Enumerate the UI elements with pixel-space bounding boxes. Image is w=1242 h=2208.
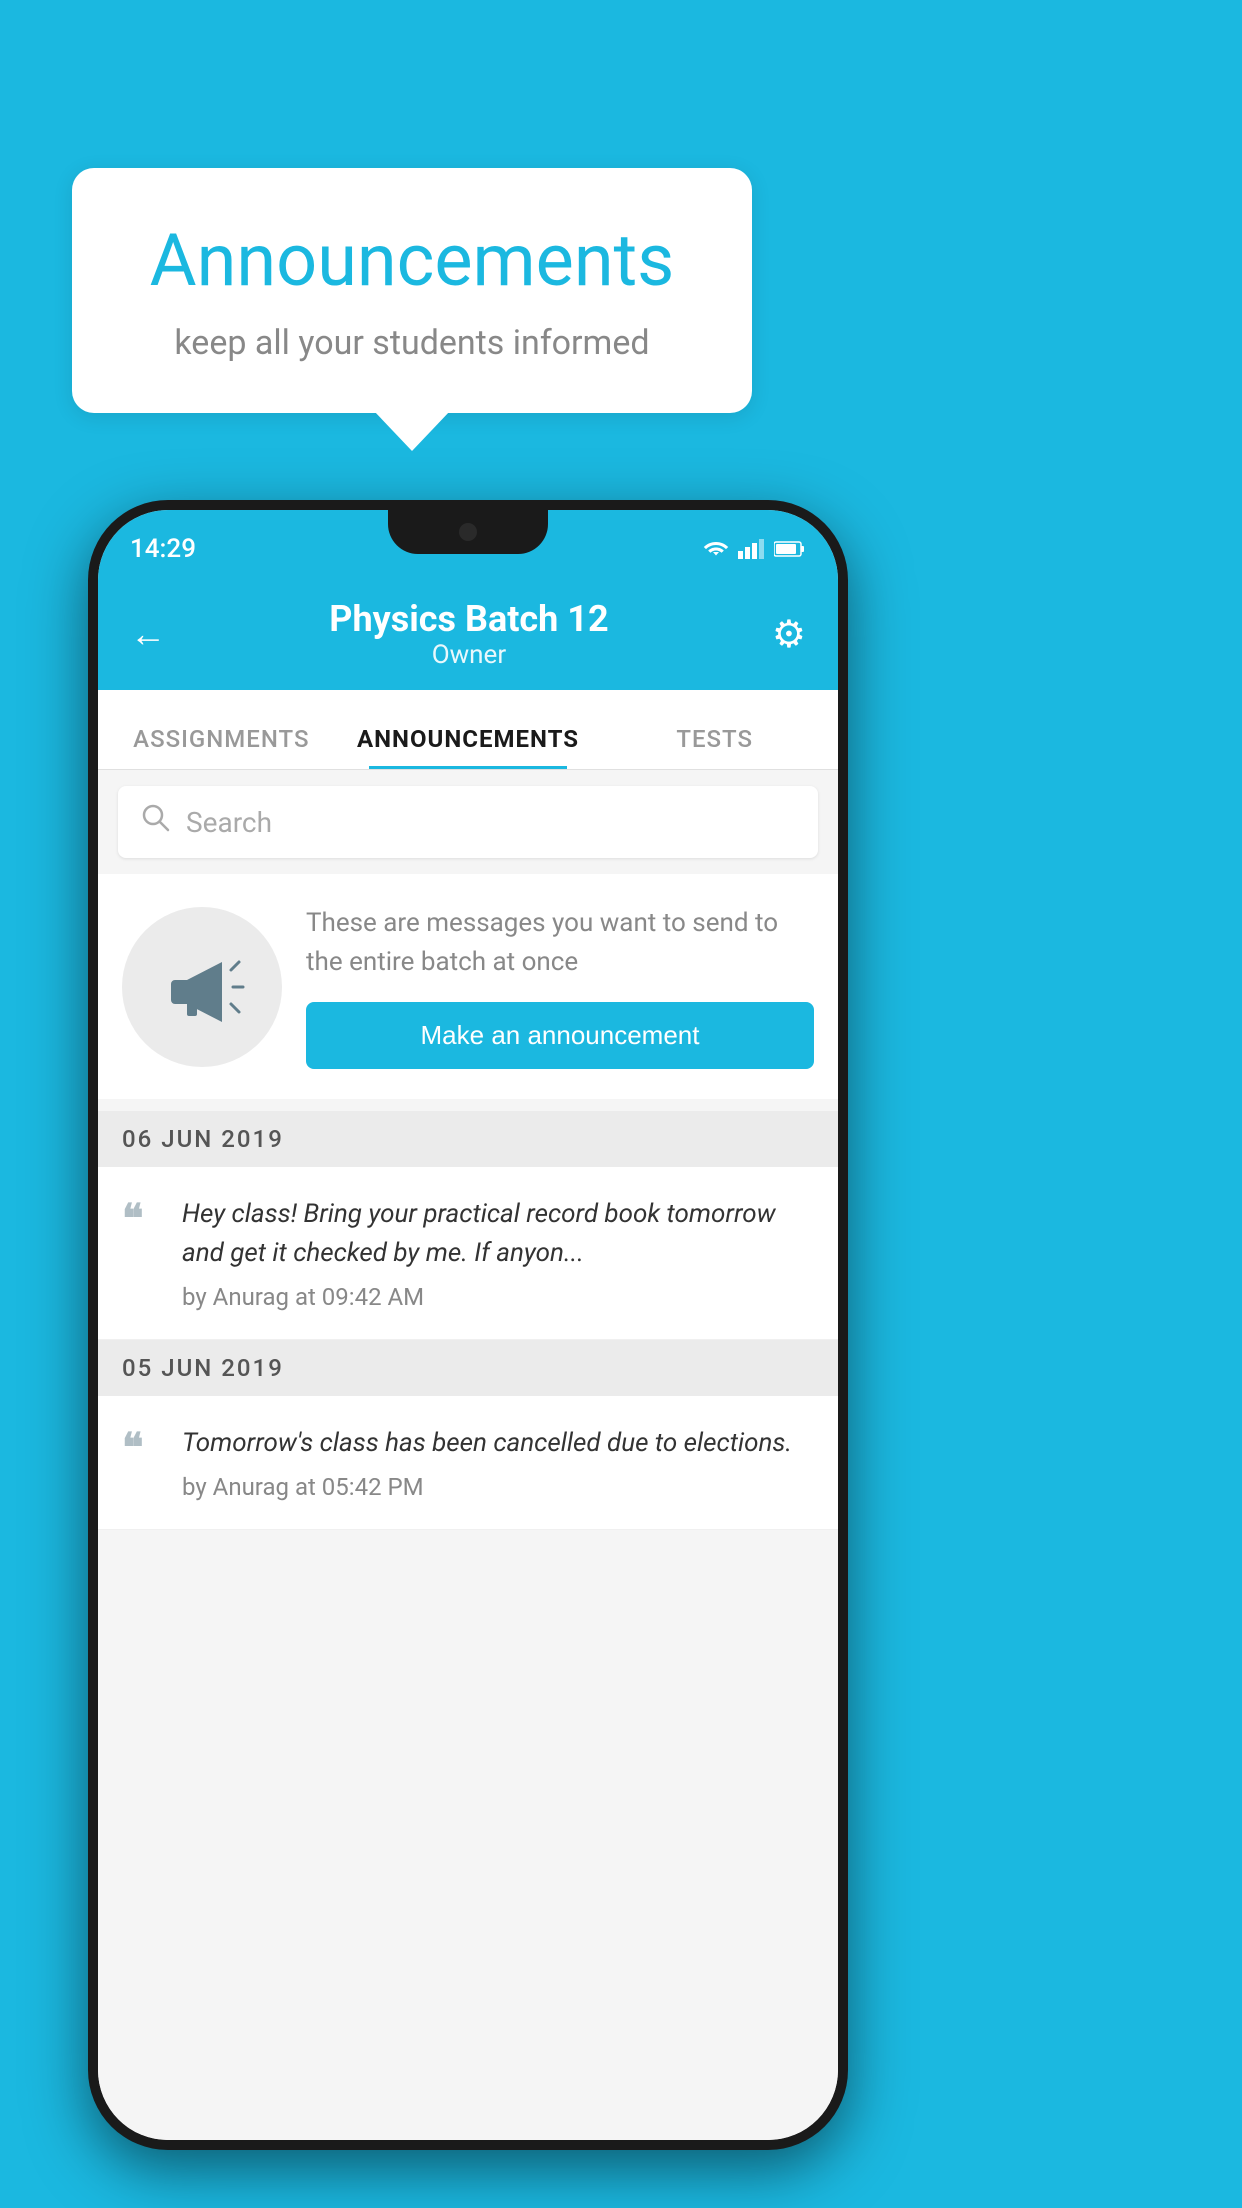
- speech-bubble: Announcements keep all your students inf…: [72, 168, 752, 413]
- announcement-meta-2: by Anurag at 05:42 PM: [182, 1473, 814, 1501]
- back-button[interactable]: ←: [130, 613, 166, 655]
- tab-assignments[interactable]: ASSIGNMENTS: [98, 725, 345, 769]
- wifi-icon: [702, 539, 730, 559]
- phone-screen: 14:29: [98, 510, 838, 2140]
- status-time: 14:29: [130, 534, 196, 564]
- settings-icon[interactable]: ⚙: [772, 612, 806, 657]
- announcement-content-2: Tomorrow's class has been cancelled due …: [182, 1424, 814, 1501]
- status-icons: [702, 539, 806, 559]
- quote-icon-2: ❝: [122, 1428, 162, 1468]
- date-separator-2: 05 JUN 2019: [98, 1340, 838, 1396]
- speech-bubble-title: Announcements: [132, 218, 692, 303]
- header-subtitle: Owner: [329, 640, 608, 670]
- camera-dot: [459, 523, 477, 541]
- quote-icon-1: ❝: [122, 1199, 162, 1239]
- promo-right: These are messages you want to send to t…: [306, 904, 814, 1069]
- speech-bubble-subtitle: keep all your students informed: [132, 323, 692, 363]
- phone-content: Search These: [98, 770, 838, 2140]
- app-header: ← Physics Batch 12 Owner ⚙: [98, 578, 838, 690]
- status-bar: 14:29: [98, 510, 838, 578]
- announcement-text-1: Hey class! Bring your practical record b…: [182, 1195, 814, 1273]
- announcement-item-1[interactable]: ❝ Hey class! Bring your practical record…: [98, 1167, 838, 1340]
- phone-container: 14:29: [88, 500, 848, 2150]
- date-separator-1: 06 JUN 2019: [98, 1111, 838, 1167]
- announcement-meta-1: by Anurag at 09:42 AM: [182, 1283, 814, 1311]
- tabs-bar: ASSIGNMENTS ANNOUNCEMENTS TESTS: [98, 690, 838, 770]
- tab-tests[interactable]: TESTS: [591, 725, 838, 769]
- search-bar[interactable]: Search: [118, 786, 818, 858]
- header-title: Physics Batch 12: [329, 598, 608, 640]
- announcement-promo: These are messages you want to send to t…: [98, 874, 838, 1099]
- header-center: Physics Batch 12 Owner: [329, 598, 608, 670]
- signal-icon: [738, 539, 766, 559]
- announcement-text-2: Tomorrow's class has been cancelled due …: [182, 1424, 814, 1463]
- promo-icon-circle: [122, 907, 282, 1067]
- megaphone-icon: [157, 942, 247, 1032]
- make-announcement-button[interactable]: Make an announcement: [306, 1002, 814, 1069]
- search-icon: [142, 804, 170, 840]
- battery-icon: [774, 540, 806, 558]
- tab-announcements[interactable]: ANNOUNCEMENTS: [345, 725, 592, 769]
- phone-notch: [388, 510, 548, 554]
- promo-description: These are messages you want to send to t…: [306, 904, 814, 982]
- search-placeholder: Search: [186, 806, 272, 839]
- announcement-content-1: Hey class! Bring your practical record b…: [182, 1195, 814, 1311]
- announcement-item-2[interactable]: ❝ Tomorrow's class has been cancelled du…: [98, 1396, 838, 1530]
- phone-outer: 14:29: [88, 500, 848, 2150]
